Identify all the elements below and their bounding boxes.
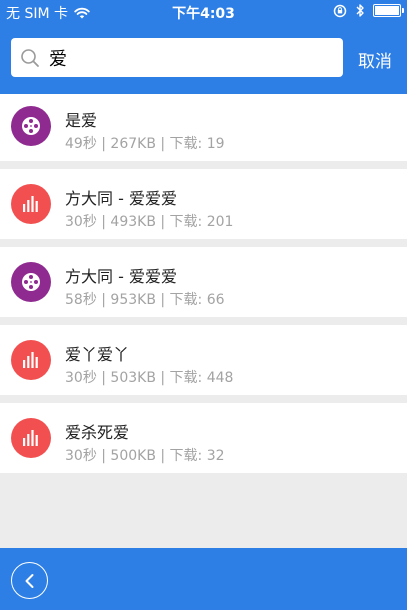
result-item[interactable]: 是爱 49秒 | 267KB | 下载: 19 — [0, 91, 407, 161]
result-meta: 49秒 | 267KB | 下载: 19 — [65, 136, 225, 152]
result-title: 方大同 - 爱爱爱 — [65, 267, 177, 286]
bottom-bar — [0, 548, 407, 610]
cancel-button[interactable]: 取消 — [358, 47, 392, 72]
bars-icon — [11, 418, 51, 458]
result-item[interactable]: 爱杀死爱 30秒 | 500KB | 下载: 32 — [0, 403, 407, 473]
result-meta: 58秒 | 953KB | 下载: 66 — [65, 292, 225, 308]
results-list[interactable]: 爱22秒 | 373KB | 下载: 26是爱49秒 | 267KB | 下载:… — [0, 76, 407, 548]
film-reel-icon — [11, 262, 51, 302]
rotation-lock-icon — [333, 4, 347, 17]
result-title: 爱杀死爱 — [65, 423, 130, 442]
back-arrow-icon — [25, 573, 33, 588]
search-field[interactable] — [11, 38, 343, 77]
bars-icon — [11, 340, 51, 380]
result-meta: 30秒 | 503KB | 下载: 448 — [65, 370, 234, 386]
search-bar: 取消 — [11, 38, 407, 78]
battery-icon — [373, 4, 404, 17]
result-meta: 30秒 | 500KB | 下载: 32 — [65, 448, 225, 464]
result-item[interactable]: 爱丫爱丫 30秒 | 503KB | 下载: 448 — [0, 325, 407, 395]
search-icon — [21, 48, 39, 67]
result-meta: 30秒 | 493KB | 下载: 201 — [65, 214, 234, 230]
back-button[interactable] — [11, 562, 48, 599]
results-list-content: 爱22秒 | 373KB | 下载: 26是爱49秒 | 267KB | 下载:… — [0, 76, 407, 481]
bluetooth-icon — [356, 4, 364, 17]
result-item[interactable]: 方大同 - 爱爱爱 30秒 | 493KB | 下载: 201 — [0, 169, 407, 239]
bars-icon — [11, 184, 51, 224]
header: 无 SIM 卡 下午4:03 爱 取消 — [0, 0, 407, 94]
film-reel-icon — [11, 106, 51, 146]
result-title: 爱丫爱丫 — [65, 345, 130, 364]
search-input[interactable] — [49, 47, 329, 68]
result-title: 方大同 - 爱爱爱 — [65, 189, 177, 208]
status-bar: 无 SIM 卡 下午4:03 — [0, 0, 407, 24]
result-title: 是爱 — [65, 111, 98, 130]
status-right — [333, 3, 404, 18]
result-item[interactable]: 方大同 - 爱爱爱 58秒 | 953KB | 下载: 66 — [0, 247, 407, 317]
